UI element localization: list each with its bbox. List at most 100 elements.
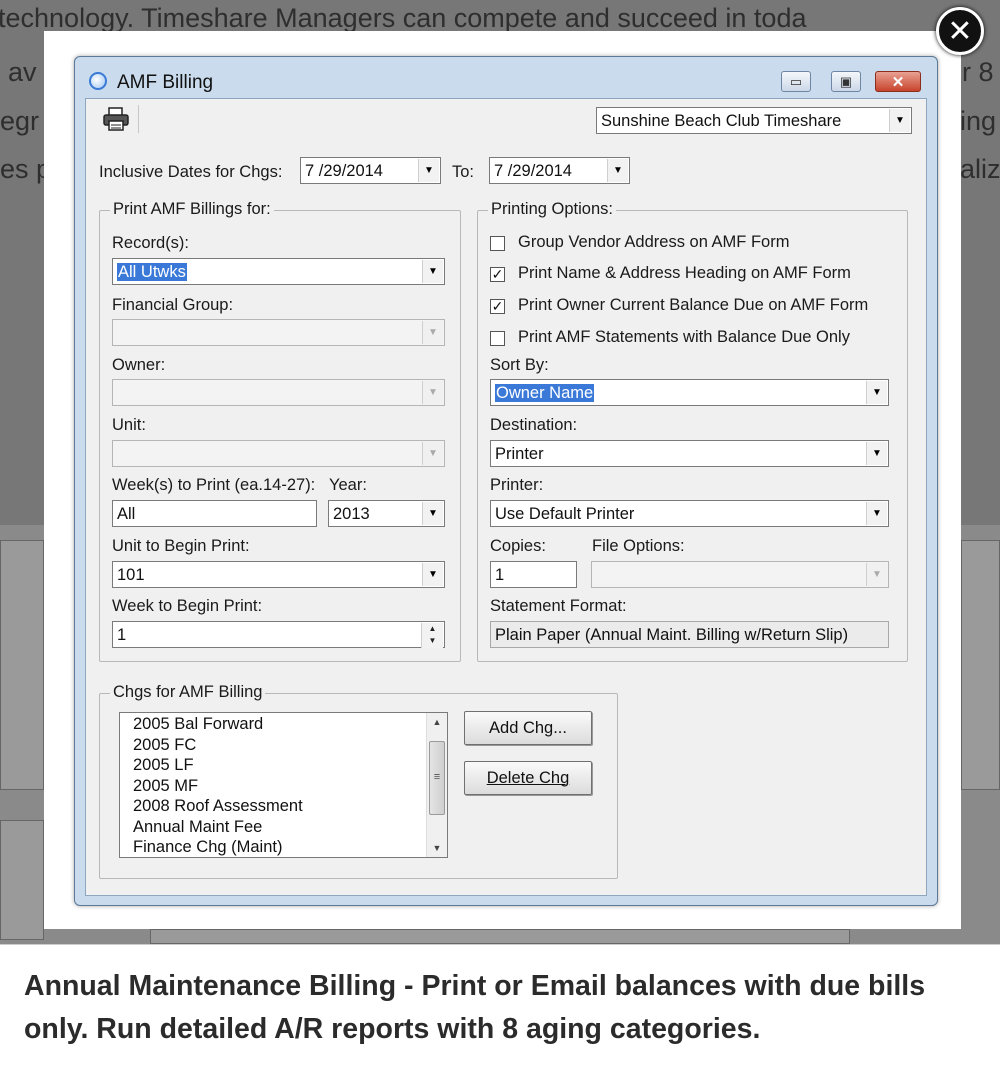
weeks-input[interactable]: All [112,500,317,527]
unit-begin-select[interactable]: 101 ▼ [112,561,445,588]
property-select[interactable]: Sunshine Beach Club Timeshare ▼ [596,107,912,134]
name-address-checkbox[interactable]: ✓ [490,267,505,282]
scroll-up-icon[interactable]: ▲ [427,713,447,731]
owner-label: Owner: [112,356,166,374]
unit-begin-label: Unit to Begin Print: [112,537,250,555]
copies-value: 1 [495,566,505,584]
to-date-picker[interactable]: 7 /29/2014 ▼ [489,157,630,184]
unit-label: Unit: [112,416,146,434]
file-options-select[interactable]: ▼ [591,561,889,588]
list-item[interactable]: Annual Maint Fee [133,818,262,837]
app-icon [89,72,107,90]
chevron-down-icon: ▼ [866,563,887,586]
from-date-value: 7 /29/2014 [305,162,383,180]
background-panel [961,540,1000,790]
chevron-down-icon: ▼ [422,442,443,465]
minimize-button[interactable]: ▭ [781,71,811,92]
year-select-value: 2013 [333,505,370,523]
records-label: Record(s): [112,234,190,252]
scroll-thumb[interactable]: ≡ [429,741,445,815]
spinner-buttons[interactable]: ▲ ▼ [421,623,443,648]
background-text-line: r 8 [962,57,994,87]
background-text-line: aliz [960,154,1000,184]
balance-due-only-label: Print AMF Statements with Balance Due On… [518,328,850,346]
list-item[interactable]: 2008 Roof Assessment [133,797,303,816]
statement-format-label: Statement Format: [490,597,627,615]
financial-group-label: Financial Group: [112,296,234,314]
property-select-value: Sunshine Beach Club Timeshare [601,112,842,130]
close-icon: ✕ [947,13,973,49]
amf-billing-window: AMF Billing ▭ ▣ ✕ Sunshine Beach Club Ti… [74,56,938,906]
dates-label: Inclusive Dates for Chgs: [99,163,283,181]
week-begin-value: 1 [117,626,127,644]
group-vendor-checkbox[interactable] [490,236,505,251]
caption-text: Annual Maintenance Billing - Print or Em… [24,970,926,1045]
chevron-down-icon: ▼ [418,159,439,182]
copies-input[interactable]: 1 [490,561,577,588]
background-text-line: egr [0,106,40,136]
records-select-value: All Utwks [117,263,187,281]
financial-group-select[interactable]: ▼ [112,319,445,346]
records-select[interactable]: All Utwks ▼ [112,258,445,285]
sort-by-label: Sort By: [490,356,549,374]
destination-label: Destination: [490,416,578,434]
scroll-down-icon[interactable]: ▼ [427,839,447,857]
sort-by-select[interactable]: Owner Name ▼ [490,379,889,406]
title-bar[interactable]: AMF Billing ▭ ▣ ✕ [75,57,937,97]
chevron-down-icon: ▼ [866,442,887,465]
background-panel [150,929,850,944]
name-address-label: Print Name & Address Heading on AMF Form [518,264,851,282]
chevron-down-icon: ▼ [866,502,887,525]
balance-due-only-checkbox[interactable] [490,331,505,346]
background-text-line: technology. Timeshare Managers can compe… [0,3,807,33]
list-item[interactable]: 2005 MF [133,777,198,796]
printer-select[interactable]: Use Default Printer ▼ [490,500,889,527]
owner-select[interactable]: ▼ [112,379,445,406]
destination-value: Printer [495,445,544,463]
close-icon: ✕ [891,73,905,91]
list-item[interactable]: 2005 LF [133,756,194,775]
from-date-picker[interactable]: 7 /29/2014 ▼ [300,157,441,184]
chevron-down-icon: ▼ [607,159,628,182]
add-charge-button[interactable]: Add Chg... [464,711,592,745]
toolbar-separator [138,105,139,133]
list-item[interactable]: 2005 Bal Forward [133,715,263,734]
printing-options-group-label: Printing Options: [488,200,616,219]
spin-down-icon[interactable]: ▼ [422,635,443,647]
chevron-down-icon: ▼ [422,563,443,586]
destination-select[interactable]: Printer ▼ [490,440,889,467]
list-item[interactable]: 2005 FC [133,736,196,755]
week-begin-label: Week to Begin Print: [112,597,263,615]
delete-charge-button[interactable]: Delete Chg [464,761,592,795]
list-item[interactable]: Finance Chg (Maint) [133,838,282,857]
background-text-line: av [8,57,37,87]
restore-icon: ▣ [839,73,853,89]
restore-button[interactable]: ▣ [831,71,861,92]
window-title: AMF Billing [117,72,214,93]
minimize-icon: ▭ [789,73,803,89]
spin-up-icon[interactable]: ▲ [422,623,443,635]
background-panel [0,820,44,940]
statement-format-value: Plain Paper (Annual Maint. Billing w/Ret… [495,626,849,644]
chevron-down-icon: ▼ [422,260,443,283]
balance-due-label: Print Owner Current Balance Due on AMF F… [518,296,869,314]
close-window-button[interactable]: ✕ [875,71,921,92]
year-select[interactable]: 2013 ▼ [328,500,445,527]
year-label: Year: [329,476,367,494]
list-scrollbar[interactable]: ▲ ≡ ▼ [426,713,447,857]
week-begin-spinner[interactable]: 1 ▲ ▼ [112,621,445,648]
dialog-body: Sunshine Beach Club Timeshare ▼ Inclusiv… [85,98,927,896]
background-panel [0,540,44,790]
background-text-line: ing [960,106,997,136]
lightbox-close-button[interactable]: ✕ [936,7,984,55]
chevron-down-icon: ▼ [866,381,887,404]
charges-listbox[interactable]: 2005 Bal Forward 2005 FC 2005 LF 2005 MF… [119,712,448,858]
caption-panel: Annual Maintenance Billing - Print or Em… [0,944,1000,1067]
unit-select[interactable]: ▼ [112,440,445,467]
chevron-down-icon: ▼ [422,502,443,525]
unit-begin-value: 101 [117,566,145,584]
chevron-down-icon: ▼ [422,381,443,404]
balance-due-checkbox[interactable]: ✓ [490,299,505,314]
printer-icon[interactable] [102,107,130,131]
statement-format-field[interactable]: Plain Paper (Annual Maint. Billing w/Ret… [490,621,889,648]
